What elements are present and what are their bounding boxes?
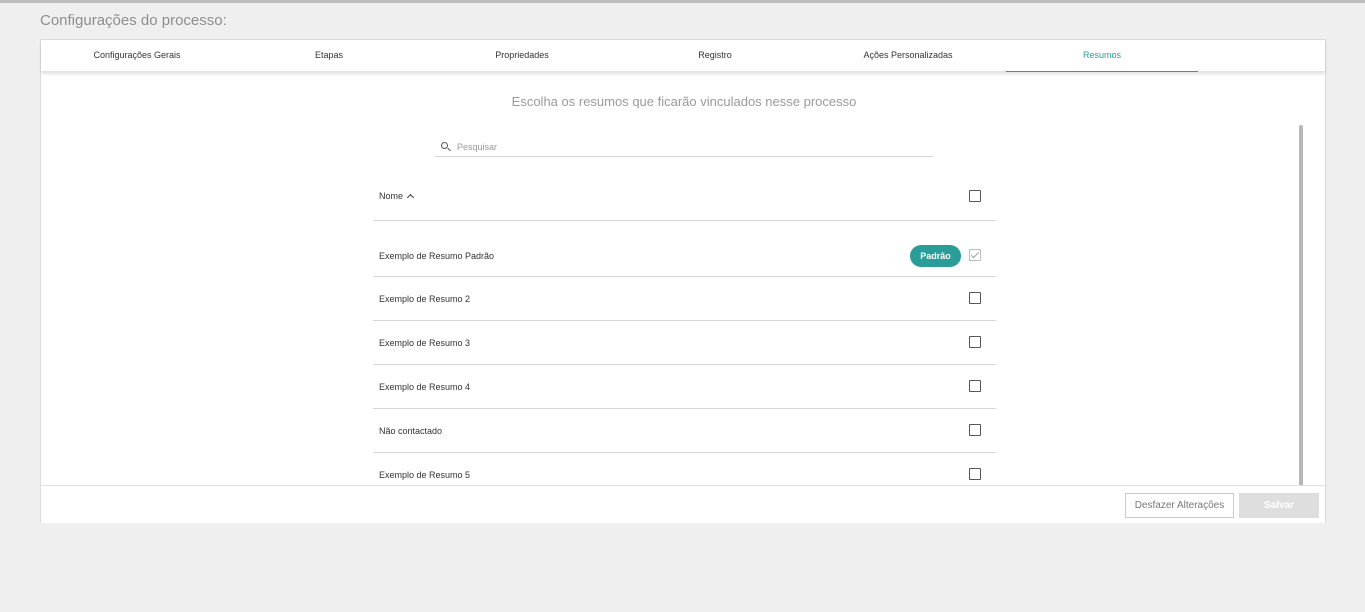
table-row: Não contactado [373,409,996,453]
table-row: Exemplo de Resumo 3 [373,321,996,365]
row-checkbox [969,249,981,261]
row-checkbox[interactable] [969,292,981,304]
chevron-up-icon [406,193,415,202]
column-header-label: Nome [379,191,404,201]
row-name: Exemplo de Resumo 3 [379,338,471,348]
process-settings-card: Configurações Gerais Etapas Propriedades… [40,39,1326,523]
default-badge: Padrão [910,245,961,267]
row-checkbox[interactable] [969,380,981,392]
summaries-table: Nome Exemplo de Resumo Padrão Padrão Exe… [373,173,996,485]
row-name: Exemplo de Resumo Padrão [379,251,495,261]
tab-resumos[interactable]: Resumos [1006,40,1198,72]
row-checkbox[interactable] [969,336,981,348]
select-all-checkbox[interactable] [969,190,981,202]
table-row: Exemplo de Resumo 5 [373,453,996,485]
search-icon [441,142,448,149]
tab-configuracoes-gerais[interactable]: Configurações Gerais [41,40,233,72]
column-header-name[interactable]: Nome [379,191,415,202]
undo-changes-button[interactable]: Desfazer Alterações [1125,493,1234,518]
save-button[interactable]: Salvar [1239,493,1319,518]
row-checkbox[interactable] [969,468,981,480]
search-input[interactable] [457,139,927,155]
row-name: Exemplo de Resumo 2 [379,294,471,304]
tab-etapas[interactable]: Etapas [233,40,425,72]
tab-bar: Configurações Gerais Etapas Propriedades… [41,40,1325,72]
table-row: Exemplo de Resumo 2 [373,277,996,321]
tab-propriedades[interactable]: Propriedades [426,40,618,72]
scrollbar[interactable] [1299,125,1303,485]
row-checkbox[interactable] [969,424,981,436]
scrollbar-thumb[interactable] [1299,125,1303,485]
search-field [435,139,933,157]
table-header: Nome [373,173,996,221]
table-row: Exemplo de Resumo 4 [373,365,996,409]
tab-acoes-personalizadas[interactable]: Ações Personalizadas [812,40,1004,72]
action-footer: Desfazer Alterações Salvar [41,485,1325,523]
row-name: Exemplo de Resumo 4 [379,382,471,392]
tab-registro[interactable]: Registro [619,40,811,72]
section-heading: Escolha os resumos que ficarão vinculado… [511,94,857,109]
page-title: Configurações do processo: [40,12,227,29]
table-row: Exemplo de Resumo Padrão Padrão [373,221,996,277]
row-name: Exemplo de Resumo 5 [379,470,471,480]
row-name: Não contactado [379,426,443,436]
tab-content: Escolha os resumos que ficarão vinculado… [41,73,1325,485]
top-border [0,0,1365,3]
